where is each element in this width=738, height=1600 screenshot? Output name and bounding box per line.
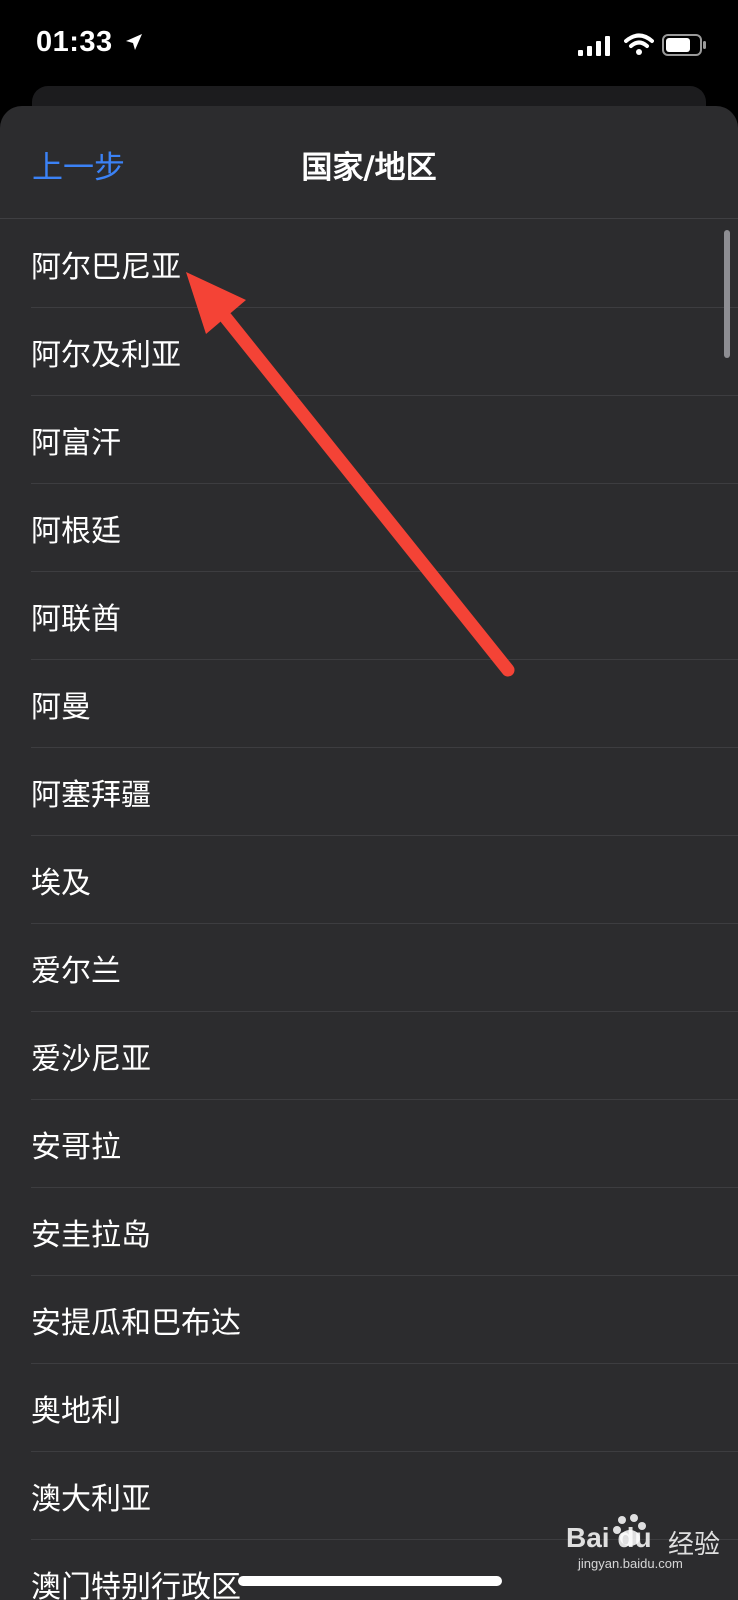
- home-indicator[interactable]: [238, 1576, 502, 1586]
- country-list-item[interactable]: 阿根廷: [0, 484, 738, 572]
- country-list-item[interactable]: 安提瓜和巴布达: [0, 1276, 738, 1364]
- country-list-item[interactable]: 奥地利: [0, 1364, 738, 1452]
- country-list-item[interactable]: 爱尔兰: [0, 924, 738, 1012]
- country-list-item[interactable]: 阿尔及利亚: [0, 308, 738, 396]
- country-list-item[interactable]: 埃及: [0, 836, 738, 924]
- country-list-item[interactable]: 阿联酋: [0, 572, 738, 660]
- navigation-bar: 上一步 国家/地区: [0, 106, 738, 218]
- status-bar: 01:33: [0, 0, 738, 90]
- baidu-paw-icon: [612, 1512, 648, 1552]
- country-list-item[interactable]: 爱沙尼亚: [0, 1012, 738, 1100]
- watermark-url: jingyan.baidu.com: [578, 1556, 683, 1571]
- country-list-item[interactable]: 安哥拉: [0, 1100, 738, 1188]
- country-list-item[interactable]: 阿曼: [0, 660, 738, 748]
- country-region-sheet: 上一步 国家/地区 阿尔巴尼亚 阿尔及利亚 阿富汗 阿根廷 阿联酋 阿曼 阿塞拜…: [0, 106, 738, 1600]
- country-list: 阿尔巴尼亚 阿尔及利亚 阿富汗 阿根廷 阿联酋 阿曼 阿塞拜疆 埃及 爱尔兰 爱…: [0, 220, 738, 1600]
- country-list-item[interactable]: 安圭拉岛: [0, 1188, 738, 1276]
- page-title: 国家/地区: [301, 150, 437, 186]
- country-list-item[interactable]: 阿富汗: [0, 396, 738, 484]
- scroll-indicator[interactable]: [724, 230, 730, 358]
- wifi-icon: [624, 32, 654, 60]
- nav-divider: [0, 218, 738, 219]
- country-list-item[interactable]: 阿尔巴尼亚: [0, 220, 738, 308]
- cellular-signal-icon: [578, 36, 612, 60]
- battery-icon: [662, 34, 708, 60]
- status-time: 01:33: [36, 26, 113, 58]
- location-arrow-icon: [124, 32, 144, 56]
- country-list-item[interactable]: 阿塞拜疆: [0, 748, 738, 836]
- baidu-jingyan-watermark: Bai du 经验 jingyan.baidu.com: [556, 1508, 726, 1578]
